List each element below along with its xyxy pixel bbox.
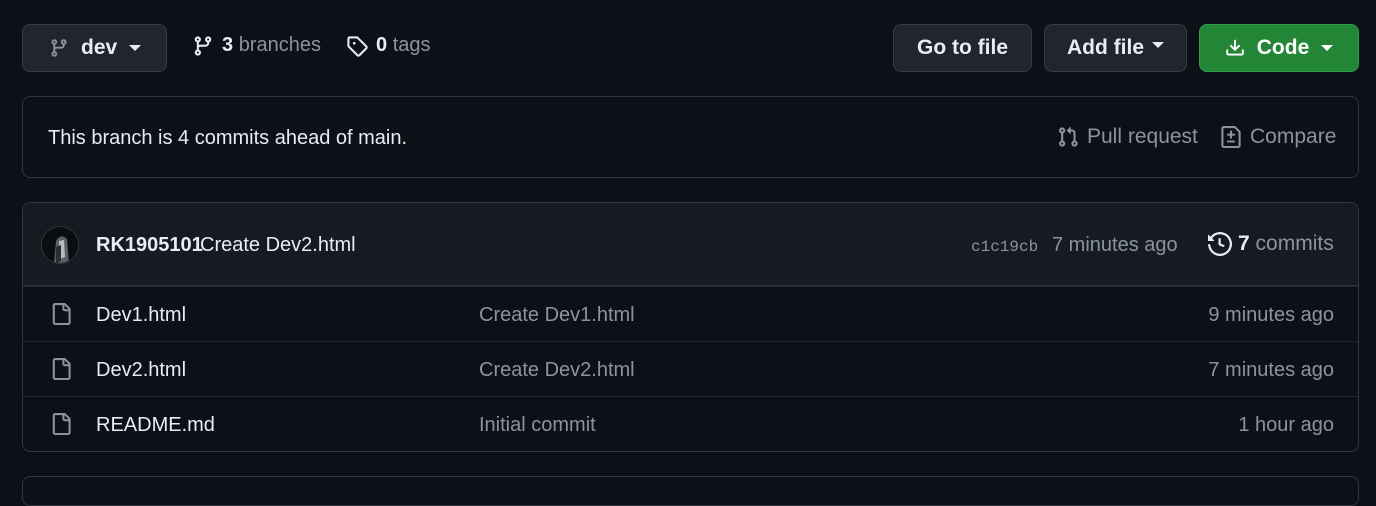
commit-author-link[interactable]: RK1905101	[96, 234, 203, 257]
tag-icon	[346, 35, 368, 57]
file-name-link[interactable]: Dev1.html	[96, 304, 186, 327]
avatar[interactable]	[41, 226, 79, 264]
file-commit-time: 9 minutes ago	[1208, 304, 1334, 326]
file-commit-time: 1 hour ago	[1238, 414, 1334, 436]
tags-label: tags	[392, 34, 431, 56]
pull-request-link[interactable]: Pull request	[1057, 125, 1198, 149]
commits-history-link[interactable]: 7 commits	[1208, 232, 1334, 256]
latest-commit-bar: RK1905101 Create Dev2.html c1c19cb 7 min…	[23, 203, 1358, 286]
commits-label: commits	[1255, 232, 1334, 255]
branch-name: dev	[81, 36, 118, 59]
pull-request-label: Pull request	[1087, 125, 1198, 148]
file-row[interactable]: README.md Initial commit 1 hour ago	[23, 396, 1358, 451]
tags-count: 0	[376, 34, 388, 56]
pull-request-icon	[1057, 126, 1079, 148]
git-branch-icon	[192, 35, 214, 57]
download-icon	[1225, 38, 1245, 58]
commits-count: 7	[1238, 232, 1250, 255]
file-commit-message-link[interactable]: Create Dev1.html	[479, 304, 635, 327]
history-icon	[1208, 232, 1232, 256]
branches-count: 3	[222, 34, 234, 56]
compare-label: Compare	[1250, 125, 1337, 148]
file-name-link[interactable]: Dev2.html	[96, 359, 186, 382]
code-button[interactable]: Code	[1199, 24, 1359, 72]
chevron-down-icon	[1152, 42, 1164, 48]
branches-label: branches	[238, 34, 321, 56]
tags-link[interactable]: 0 tags	[346, 34, 431, 57]
readme-panel-edge	[22, 476, 1359, 506]
file-name-link[interactable]: README.md	[96, 414, 215, 437]
branch-selector-button[interactable]: dev	[22, 24, 167, 72]
file-row[interactable]: Dev1.html Create Dev1.html 9 minutes ago	[23, 286, 1358, 341]
go-to-file-label: Go to file	[917, 36, 1008, 59]
file-icon	[50, 413, 72, 435]
branch-ahead-text: This branch is 4 commits ahead of main.	[48, 127, 408, 149]
add-file-label: Add file	[1067, 36, 1144, 59]
file-commit-message-link[interactable]: Initial commit	[479, 414, 596, 437]
commit-time: 7 minutes ago	[1052, 234, 1178, 256]
file-icon	[50, 303, 72, 325]
chevron-down-icon	[1321, 45, 1334, 51]
compare-link[interactable]: Compare	[1220, 125, 1336, 149]
add-file-button[interactable]: Add file	[1044, 24, 1187, 72]
file-commit-time: 7 minutes ago	[1208, 359, 1334, 381]
branches-link[interactable]: 3 branches	[192, 34, 321, 57]
go-to-file-button[interactable]: Go to file	[893, 24, 1032, 72]
file-diff-icon	[1220, 126, 1242, 148]
file-commit-message-link[interactable]: Create Dev2.html	[479, 359, 635, 382]
commit-message-link[interactable]: Create Dev2.html	[200, 234, 356, 257]
chevron-down-icon	[129, 45, 142, 51]
file-row[interactable]: Dev2.html Create Dev2.html 7 minutes ago	[23, 341, 1358, 396]
file-icon	[50, 358, 72, 380]
git-branch-icon	[49, 38, 69, 58]
commit-sha-link[interactable]: c1c19cb	[971, 238, 1038, 256]
branch-ahead-banner: This branch is 4 commits ahead of main. …	[22, 96, 1359, 178]
file-listing: RK1905101 Create Dev2.html c1c19cb 7 min…	[22, 202, 1359, 452]
code-label: Code	[1256, 36, 1310, 59]
